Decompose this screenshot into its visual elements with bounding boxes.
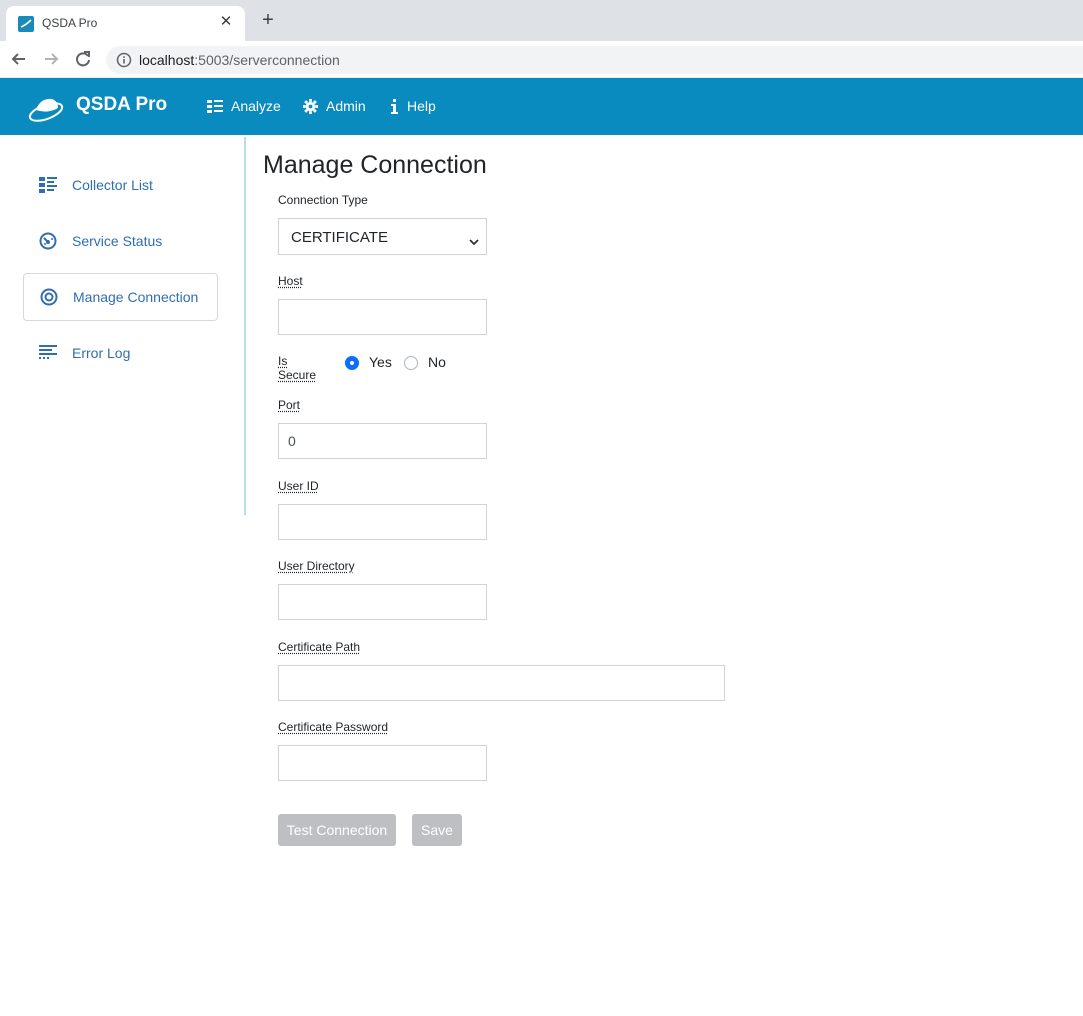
qsda-logo-icon[interactable]: [28, 94, 66, 124]
nav-analyze-label: Analyze: [231, 98, 281, 114]
nav-analyze[interactable]: Analyze: [207, 98, 281, 114]
brand-name[interactable]: QSDA Pro: [76, 94, 167, 116]
connection-type-select[interactable]: CERTIFICATE: [278, 218, 487, 255]
user-directory-input[interactable]: [278, 584, 487, 620]
is-secure-no-radio[interactable]: [404, 356, 418, 370]
browser-tab[interactable]: QSDA Pro ✕: [6, 6, 245, 41]
sidebar-divider: [244, 137, 246, 515]
back-arrow-icon[interactable]: [8, 48, 30, 70]
site-info-icon[interactable]: [116, 52, 132, 68]
sidebar-item-error-log[interactable]: Error Log: [23, 329, 218, 377]
url-text: localhost:5003/serverconnection: [139, 52, 340, 68]
user-id-label: User ID: [278, 479, 319, 493]
is-secure-no-label[interactable]: No: [428, 354, 446, 370]
url-path: :5003/serverconnection: [194, 52, 340, 68]
reload-icon[interactable]: [72, 48, 94, 70]
error-log-icon: [39, 344, 57, 362]
certificate-password-label: Certificate Password: [278, 720, 389, 734]
info-icon: [391, 98, 398, 114]
forward-arrow-icon[interactable]: [40, 48, 62, 70]
qsda-favicon-icon: [18, 16, 34, 32]
certificate-path-label: Certificate Path: [278, 640, 361, 654]
gear-icon: [303, 98, 318, 114]
user-id-input[interactable]: [278, 504, 487, 540]
host-label: Host: [278, 274, 303, 288]
page-title: Manage Connection: [263, 151, 487, 179]
tab-title: QSDA Pro: [42, 16, 98, 30]
address-bar[interactable]: localhost:5003/serverconnection: [106, 46, 1083, 74]
sidebar-item-label: Collector List: [72, 177, 153, 193]
close-tab-icon[interactable]: ✕: [217, 13, 235, 31]
port-input[interactable]: 0: [278, 423, 487, 459]
new-tab-button[interactable]: +: [258, 10, 278, 30]
nav-admin-label: Admin: [326, 98, 366, 114]
is-secure-yes-radio[interactable]: [345, 356, 359, 370]
collector-list-icon: [39, 176, 57, 194]
sidebar-item-service-status[interactable]: Service Status: [23, 217, 218, 265]
certificate-path-input[interactable]: [278, 665, 725, 701]
host-input[interactable]: [278, 299, 487, 335]
connection-type-label: Connection Type: [278, 193, 368, 207]
manage-connection-icon: [40, 288, 58, 306]
service-status-icon: [39, 232, 57, 250]
url-host: localhost: [139, 52, 195, 68]
sidebar-item-label: Error Log: [72, 345, 131, 361]
certificate-password-input[interactable]: [278, 745, 487, 781]
browser-tabstrip: QSDA Pro ✕ +: [0, 0, 1083, 41]
nav-admin[interactable]: Admin: [303, 98, 366, 114]
sidebar-item-manage-connection[interactable]: Manage Connection: [23, 273, 218, 321]
port-label: Port: [278, 398, 301, 412]
app-navbar: QSDA Pro Analyze Admin Help: [0, 78, 1083, 135]
sidebar-item-collector-list[interactable]: Collector List: [23, 161, 218, 209]
browser-toolbar: localhost:5003/serverconnection: [0, 41, 1083, 78]
sidebar-item-label: Manage Connection: [73, 289, 199, 305]
nav-help-label: Help: [407, 98, 436, 114]
test-connection-button[interactable]: Test Connection: [278, 814, 396, 846]
is-secure-label: Is Secure: [278, 354, 317, 382]
nav-help[interactable]: Help: [391, 98, 436, 114]
list-icon: [207, 100, 223, 113]
sidebar-item-label: Service Status: [72, 233, 163, 249]
connection-type-value: CERTIFICATE: [291, 229, 388, 246]
user-directory-label: User Directory: [278, 559, 355, 573]
is-secure-yes-label[interactable]: Yes: [369, 354, 392, 370]
chevron-down-icon: [469, 233, 479, 250]
save-button[interactable]: Save: [412, 814, 462, 846]
